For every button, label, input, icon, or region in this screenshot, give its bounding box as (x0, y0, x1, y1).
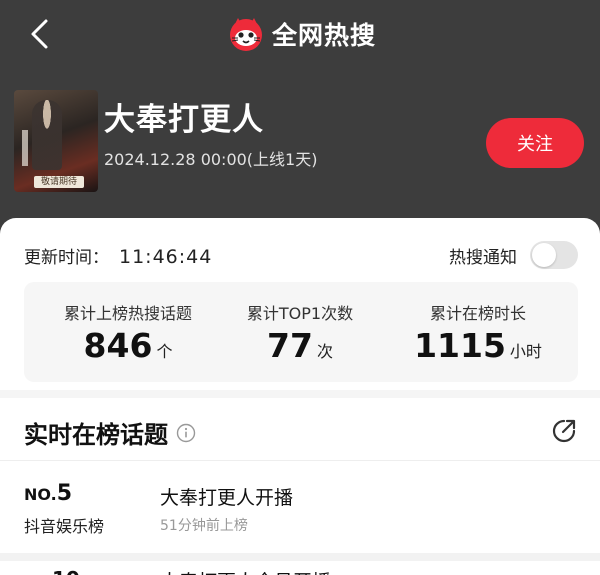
follow-button[interactable]: 关注 (486, 118, 584, 168)
topic-time: 51分钟前上榜 (160, 518, 248, 534)
stat-label: 累计在榜时长 (429, 304, 526, 323)
stat-unit: 个 (156, 342, 173, 361)
poster-strip (22, 130, 28, 166)
topic-title: 大奉打更人全员开播 (160, 567, 331, 575)
rank-number: NO.5 (24, 481, 72, 506)
rank-value: 5 (56, 481, 73, 506)
stat-unit: 小时 (509, 342, 542, 361)
header: 全网热搜 敬请期待 大奉打更人 2024.12.28 00:00(上线1天) 关… (0, 0, 600, 245)
back-icon[interactable] (22, 16, 58, 52)
summary-card: 更新时间： 11:46:44 热搜通知 累计上榜热搜话题 846 个 累计TOP1次… (0, 218, 600, 390)
share-icon[interactable] (551, 418, 577, 444)
update-time-label: 更新时间： (24, 248, 109, 268)
stat-label: 累计TOP1次数 (246, 304, 354, 323)
toggle-knob (532, 243, 556, 267)
stat-value-row: 1115 小时 (388, 326, 568, 365)
stat-top1: 累计TOP1次数 77 次 (210, 282, 390, 382)
app-title: 全网热搜 (272, 21, 377, 50)
app-title-bar: 全网热搜 (228, 14, 376, 54)
section-title: 实时在榜话题 (24, 421, 168, 449)
show-name: 大奉打更人 (104, 102, 264, 138)
stat-unit: 次 (316, 342, 333, 361)
notify-toggle[interactable] (530, 241, 578, 269)
stat-value: 77 (267, 326, 313, 365)
cat-logo-icon (230, 18, 262, 51)
poster-figure (32, 100, 62, 170)
board-name: 抖音娱乐榜 (24, 517, 105, 536)
stat-value: 1115 (414, 326, 506, 365)
stat-duration: 累计在榜时长 1115 小时 (388, 282, 568, 382)
notify-label: 热搜通知 (449, 248, 517, 268)
info-icon[interactable] (176, 423, 196, 443)
rank-value: 10 (52, 567, 80, 575)
poster-tag: 敬请期待 (34, 176, 84, 188)
realtime-section: 实时在榜话题 NO.5 抖音娱乐榜 大奉打更人开播 51分钟前上榜 10 大奉打… (0, 398, 600, 575)
stat-value-row: 846 个 (38, 326, 218, 365)
section-title-row: 实时在榜话题 (24, 415, 196, 450)
update-time-row: 更新时间： 11:46:44 (24, 243, 212, 268)
stat-label: 累计上榜热搜话题 (63, 304, 192, 323)
show-poster[interactable]: 敬请期待 (14, 90, 98, 192)
topic-title: 大奉打更人开播 (160, 487, 294, 509)
list-item[interactable]: 10 大奉打更人全员开播 (0, 561, 600, 575)
show-datetime: 2024.12.28 00:00(上线1天) (104, 150, 318, 169)
row-separator (0, 553, 600, 561)
stat-value-row: 77 次 (210, 326, 390, 365)
stat-value: 846 (83, 326, 153, 365)
rank-prefix: NO. (24, 485, 57, 504)
list-item[interactable]: NO.5 抖音娱乐榜 大奉打更人开播 51分钟前上榜 (0, 461, 600, 553)
stat-topics: 累计上榜热搜话题 846 个 (38, 282, 218, 382)
stats-panel: 累计上榜热搜话题 846 个 累计TOP1次数 77 次 累计在榜时长 1115 小时 (24, 282, 578, 382)
update-time-value: 11:46:44 (119, 246, 213, 268)
